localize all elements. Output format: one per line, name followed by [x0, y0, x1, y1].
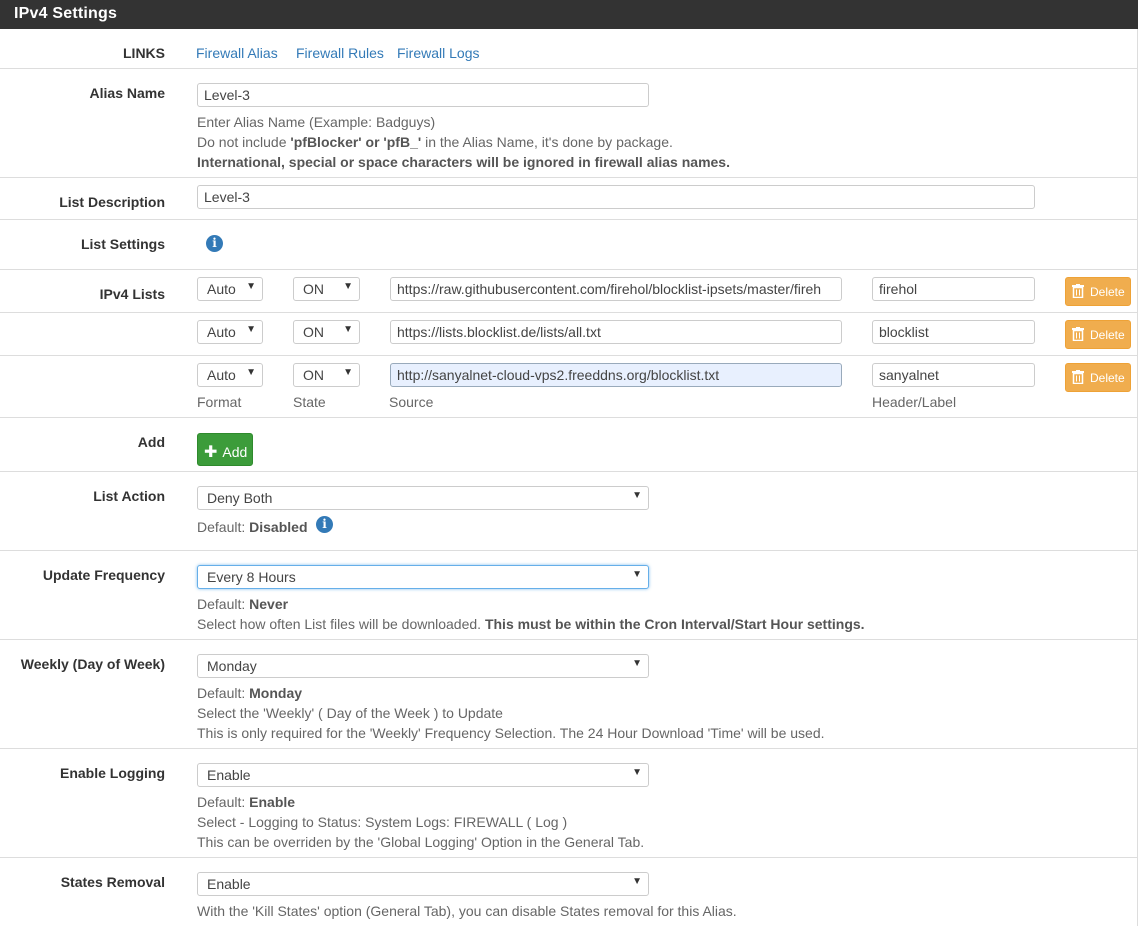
info-icon[interactable]: i: [206, 235, 223, 252]
firewall-logs-link[interactable]: Firewall Logs: [397, 45, 479, 61]
chevron-down-icon: ▼: [343, 324, 353, 335]
alias-name-help: Enter Alias Name (Example: Badguys): [197, 114, 436, 130]
update-frequency-help: Select how often List files will be down…: [197, 616, 865, 632]
divider: [0, 269, 1138, 270]
chevron-down-icon: ▼: [246, 367, 256, 378]
list-action-label: List Action: [93, 488, 165, 504]
chevron-down-icon: ▼: [632, 658, 642, 669]
format-column-label: Format: [197, 394, 242, 410]
chevron-down-icon: ▼: [632, 569, 642, 580]
source-input-row-1[interactable]: https://raw.githubusercontent.com/fireho…: [390, 277, 842, 301]
divider: [0, 177, 1138, 178]
list-action-default: Default: Disabled: [197, 519, 308, 535]
divider: [0, 417, 1138, 418]
firewall-alias-link[interactable]: Firewall Alias: [196, 45, 278, 61]
update-frequency-select[interactable]: Every 8 Hours ▼: [197, 565, 649, 589]
plus-icon: ✚: [204, 444, 218, 461]
divider: [0, 471, 1138, 472]
header-input-row-3[interactable]: sanyalnet: [872, 363, 1035, 387]
list-description-label: List Description: [59, 194, 165, 210]
source-input-row-3[interactable]: http://sanyalnet-cloud-vps2.freeddns.org…: [390, 363, 842, 387]
divider: [0, 550, 1138, 551]
states-removal-select[interactable]: Enable ▼: [197, 872, 649, 896]
weekly-label: Weekly (Day of Week): [20, 656, 165, 672]
chevron-down-icon: ▼: [246, 324, 256, 335]
divider: [0, 219, 1138, 220]
format-select-row-2[interactable]: Auto ▼: [197, 320, 263, 344]
format-select-row-1[interactable]: Auto ▼: [197, 277, 263, 301]
state-select-row-3[interactable]: ON ▼: [293, 363, 360, 387]
chevron-down-icon: ▼: [246, 281, 256, 292]
weekly-default: Default: Monday: [197, 685, 303, 701]
divider: [0, 355, 1138, 356]
divider: [0, 857, 1138, 858]
list-action-select[interactable]: Deny Both ▼: [197, 486, 649, 510]
enable-logging-help: Select - Logging to Status: System Logs:…: [197, 814, 568, 830]
source-column-label: Source: [389, 394, 434, 410]
delete-button-row-2[interactable]: Delete: [1065, 320, 1131, 349]
alias-name-input[interactable]: Level-3: [197, 83, 649, 107]
header-column-label: Header/Label: [872, 394, 957, 410]
state-column-label: State: [293, 394, 326, 410]
enable-logging-label: Enable Logging: [60, 765, 165, 781]
enable-logging-help-2: This can be overriden by the 'Global Log…: [197, 834, 645, 850]
format-select-row-3[interactable]: Auto ▼: [197, 363, 263, 387]
weekly-select[interactable]: Monday ▼: [197, 654, 649, 678]
panel-title: IPv4 Settings: [0, 0, 1138, 29]
trash-icon: [1072, 327, 1084, 344]
divider: [0, 748, 1138, 749]
chevron-down-icon: ▼: [632, 490, 642, 501]
enable-logging-select[interactable]: Enable ▼: [197, 763, 649, 787]
states-removal-label: States Removal: [60, 874, 165, 890]
chevron-down-icon: ▼: [632, 767, 642, 778]
firewall-rules-link[interactable]: Firewall Rules: [296, 45, 384, 61]
trash-icon: [1072, 370, 1084, 387]
add-label: Add: [137, 434, 165, 450]
divider: [0, 312, 1138, 313]
ipv4-lists-label: IPv4 Lists: [99, 286, 165, 302]
list-settings-label: List Settings: [80, 236, 165, 252]
ipv4-settings-panel: IPv4 Settings LINKS Firewall Alias Firew…: [0, 0, 1138, 926]
source-input-row-2[interactable]: https://lists.blocklist.de/lists/all.txt: [390, 320, 842, 344]
list-description-input[interactable]: Level-3: [197, 185, 1035, 209]
chevron-down-icon: ▼: [632, 876, 642, 887]
weekly-help: Select the 'Weekly' ( Day of the Week ) …: [197, 705, 503, 721]
alias-name-label: Alias Name: [89, 85, 165, 101]
chevron-down-icon: ▼: [343, 367, 353, 378]
update-frequency-default: Default: Never: [197, 596, 289, 612]
state-select-row-1[interactable]: ON ▼: [293, 277, 360, 301]
weekly-help-2: This is only required for the 'Weekly' F…: [197, 725, 825, 741]
info-icon[interactable]: i: [316, 516, 333, 533]
states-removal-help: With the 'Kill States' option (General T…: [197, 903, 737, 919]
trash-icon: [1072, 284, 1084, 301]
delete-button-row-1[interactable]: Delete: [1065, 277, 1131, 306]
header-input-row-1[interactable]: firehol: [872, 277, 1035, 301]
chevron-down-icon: ▼: [343, 281, 353, 292]
header-input-row-2[interactable]: blocklist: [872, 320, 1035, 344]
links-label: LINKS: [123, 45, 165, 61]
state-select-row-2[interactable]: ON ▼: [293, 320, 360, 344]
enable-logging-default: Default: Enable: [197, 794, 296, 810]
add-button[interactable]: ✚ Add: [197, 433, 253, 466]
alias-name-help-2: Do not include 'pfBlocker' or 'pfB_' in …: [197, 134, 673, 150]
delete-button-row-3[interactable]: Delete: [1065, 363, 1131, 392]
alias-name-help-3: International, special or space characte…: [197, 154, 730, 170]
divider: [0, 639, 1138, 640]
divider: [0, 68, 1138, 69]
update-frequency-label: Update Frequency: [42, 567, 165, 583]
